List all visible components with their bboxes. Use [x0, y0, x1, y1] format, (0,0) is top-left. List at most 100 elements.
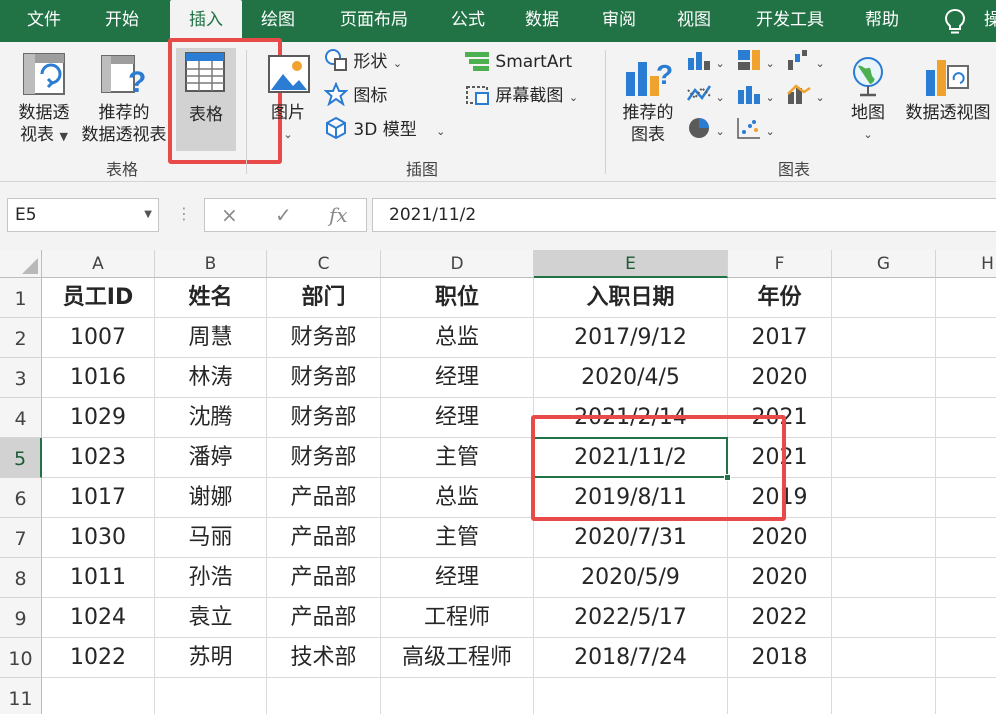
cell-f5[interactable]: 2021	[728, 438, 832, 478]
cell-b8[interactable]: 孙浩	[155, 558, 267, 598]
cell-h10[interactable]	[936, 638, 996, 678]
row-header-2[interactable]: 2	[0, 318, 42, 358]
cell-a9[interactable]: 1024	[42, 598, 155, 638]
cell-a6[interactable]: 1017	[42, 478, 155, 518]
screenshot-button[interactable]: 屏幕截图 ⌄	[464, 82, 578, 110]
insert-function-icon[interactable]: fx	[329, 203, 348, 227]
cell-f3[interactable]: 2020	[728, 358, 832, 398]
cell-c4[interactable]: 财务部	[267, 398, 381, 438]
pivot-table-button[interactable]: 数据透 视表 ▼	[10, 50, 78, 150]
cell-b9[interactable]: 袁立	[155, 598, 267, 638]
lightbulb-icon[interactable]	[942, 7, 968, 35]
cell-b10[interactable]: 苏明	[155, 638, 267, 678]
cell-d8[interactable]: 经理	[381, 558, 534, 598]
cell-c10[interactable]: 技术部	[267, 638, 381, 678]
column-header-f[interactable]: F	[728, 250, 832, 278]
row-header-11[interactable]: 11	[0, 678, 42, 714]
cell-e11[interactable]	[534, 678, 728, 714]
smartart-button[interactable]: SmartArt	[464, 48, 572, 76]
select-all-button[interactable]	[0, 250, 42, 278]
row-header-10[interactable]: 10	[0, 638, 42, 678]
column-chart-button[interactable]: ⌄	[686, 48, 725, 76]
cell-f2[interactable]: 2017	[728, 318, 832, 358]
cell-a7[interactable]: 1030	[42, 518, 155, 558]
tab-page-layout[interactable]: 页面布局	[328, 0, 420, 42]
cell-f8[interactable]: 2020	[728, 558, 832, 598]
cell-g11[interactable]	[832, 678, 936, 714]
waterfall-chart-button[interactable]: ⌄	[786, 48, 825, 76]
recommended-charts-button[interactable]: ? 推荐的 图表	[616, 50, 680, 150]
pivot-chart-button[interactable]: 数据透视图	[900, 50, 996, 150]
cell-b5[interactable]: 潘婷	[155, 438, 267, 478]
tab-home[interactable]: 开始	[92, 0, 152, 42]
cell-b7[interactable]: 马丽	[155, 518, 267, 558]
tab-data[interactable]: 数据	[512, 0, 572, 42]
tab-draw[interactable]: 绘图	[248, 0, 308, 42]
tell-me-text[interactable]: 操	[984, 0, 996, 42]
cell-d6[interactable]: 总监	[381, 478, 534, 518]
shapes-button[interactable]: 形状 ⌄	[324, 48, 402, 76]
cell-c8[interactable]: 产品部	[267, 558, 381, 598]
cell-f6[interactable]: 2019	[728, 478, 832, 518]
recommended-pivot-button[interactable]: ? 推荐的 数据透视表	[78, 50, 170, 150]
cell-a11[interactable]	[42, 678, 155, 714]
statistic-chart-button[interactable]: ⌄	[736, 82, 775, 110]
cell-e4[interactable]: 2021/2/14	[534, 398, 728, 438]
cell-h4[interactable]	[936, 398, 996, 438]
column-header-a[interactable]: A	[42, 250, 155, 278]
cell-b3[interactable]: 林涛	[155, 358, 267, 398]
pictures-button[interactable]: 图片 ⌄	[262, 50, 314, 150]
cell-f11[interactable]	[728, 678, 832, 714]
cell-d9[interactable]: 工程师	[381, 598, 534, 638]
column-header-d[interactable]: D	[381, 250, 534, 278]
cell-h2[interactable]	[936, 318, 996, 358]
row-header-1[interactable]: 1	[0, 278, 42, 318]
drag-handle-icon[interactable]: ⋮	[176, 204, 192, 223]
cell-e1[interactable]: 入职日期	[534, 278, 728, 318]
cell-g2[interactable]	[832, 318, 936, 358]
fill-handle[interactable]	[724, 474, 731, 481]
cell-c5[interactable]: 财务部	[267, 438, 381, 478]
cell-g9[interactable]	[832, 598, 936, 638]
cell-b2[interactable]: 周慧	[155, 318, 267, 358]
cell-h7[interactable]	[936, 518, 996, 558]
cell-a8[interactable]: 1011	[42, 558, 155, 598]
tab-view[interactable]: 视图	[664, 0, 724, 42]
cell-h11[interactable]	[936, 678, 996, 714]
cell-c9[interactable]: 产品部	[267, 598, 381, 638]
cell-h9[interactable]	[936, 598, 996, 638]
cell-b6[interactable]: 谢娜	[155, 478, 267, 518]
row-header-5[interactable]: 5	[0, 438, 42, 478]
tab-file[interactable]: 文件	[14, 0, 74, 42]
cell-h5[interactable]	[936, 438, 996, 478]
cell-b1[interactable]: 姓名	[155, 278, 267, 318]
3d-models-button[interactable]: 3D 模型 ⌄	[324, 116, 445, 144]
line-chart-button[interactable]: ⌄	[686, 82, 725, 110]
cell-f9[interactable]: 2022	[728, 598, 832, 638]
cell-f4[interactable]: 2021	[728, 398, 832, 438]
cell-e10[interactable]: 2018/7/24	[534, 638, 728, 678]
cell-d4[interactable]: 经理	[381, 398, 534, 438]
tab-review[interactable]: 审阅	[589, 0, 649, 42]
cell-c3[interactable]: 财务部	[267, 358, 381, 398]
tab-formulas[interactable]: 公式	[438, 0, 498, 42]
cell-d7[interactable]: 主管	[381, 518, 534, 558]
cell-e6[interactable]: 2019/8/11	[534, 478, 728, 518]
cell-c2[interactable]: 财务部	[267, 318, 381, 358]
column-header-b[interactable]: B	[155, 250, 267, 278]
combo-chart-button[interactable]: ⌄	[786, 82, 825, 110]
maps-button[interactable]: 地图 ⌄	[842, 50, 894, 150]
cell-d3[interactable]: 经理	[381, 358, 534, 398]
scatter-chart-button[interactable]: ⌄	[736, 116, 775, 144]
chevron-down-icon[interactable]: ▼	[144, 199, 152, 231]
cell-e5[interactable]: 2021/11/2	[534, 438, 728, 478]
cell-g4[interactable]	[832, 398, 936, 438]
cell-f7[interactable]: 2020	[728, 518, 832, 558]
cell-a3[interactable]: 1016	[42, 358, 155, 398]
column-header-c[interactable]: C	[267, 250, 381, 278]
cell-h1[interactable]	[936, 278, 996, 318]
tab-developer[interactable]: 开发工具	[744, 0, 836, 42]
cell-d5[interactable]: 主管	[381, 438, 534, 478]
column-header-h[interactable]: H	[936, 250, 996, 278]
pie-chart-button[interactable]: ⌄	[686, 116, 725, 144]
